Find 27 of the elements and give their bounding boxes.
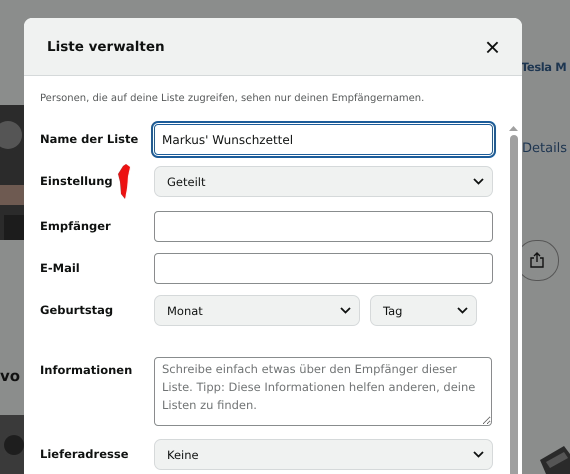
dropdown[interactable]: Keine [154, 439, 493, 470]
chevron-icon [473, 178, 484, 185]
text-field[interactable] [154, 211, 493, 242]
chevron-icon [340, 307, 351, 314]
text-field[interactable]: Markus' Wunschzettel [154, 124, 493, 155]
share-icon [530, 252, 544, 268]
close-button[interactable]: × [482, 34, 502, 60]
field-label: E-Mail [40, 260, 80, 275]
scroll-up-icon[interactable] [509, 126, 518, 131]
notice-text: Personen, die auf deine Liste zugreifen, sehen nur deinen Empfängernamen. [40, 93, 426, 104]
field-label: Informationen [40, 362, 132, 377]
dropdown[interactable]: Geteilt [154, 166, 493, 197]
field-label: Empfänger [40, 218, 111, 233]
details-link[interactable]: Details [522, 141, 568, 156]
dialog-title: Liste verwalten [47, 38, 165, 54]
product-title: Tesla M [521, 60, 566, 74]
field-label: Geburtstag [40, 302, 114, 317]
field-label: Lieferadresse [40, 446, 128, 461]
text-area[interactable]: Schreibe einfach etwas über den Empfänger dieser Liste. Tipp: Diese Informationen helfen anderen, deine Listen zu finden. [154, 357, 492, 426]
chevron-icon [473, 451, 484, 458]
day-dropdown[interactable]: Tag [370, 295, 477, 326]
month-dropdown[interactable]: Monat [154, 295, 360, 326]
field-label: Name der Liste [40, 131, 138, 146]
section-heading: vo [0, 367, 20, 385]
field-label: Einstellung [40, 173, 113, 188]
chevron-icon [457, 307, 468, 314]
text-field[interactable] [154, 253, 493, 284]
